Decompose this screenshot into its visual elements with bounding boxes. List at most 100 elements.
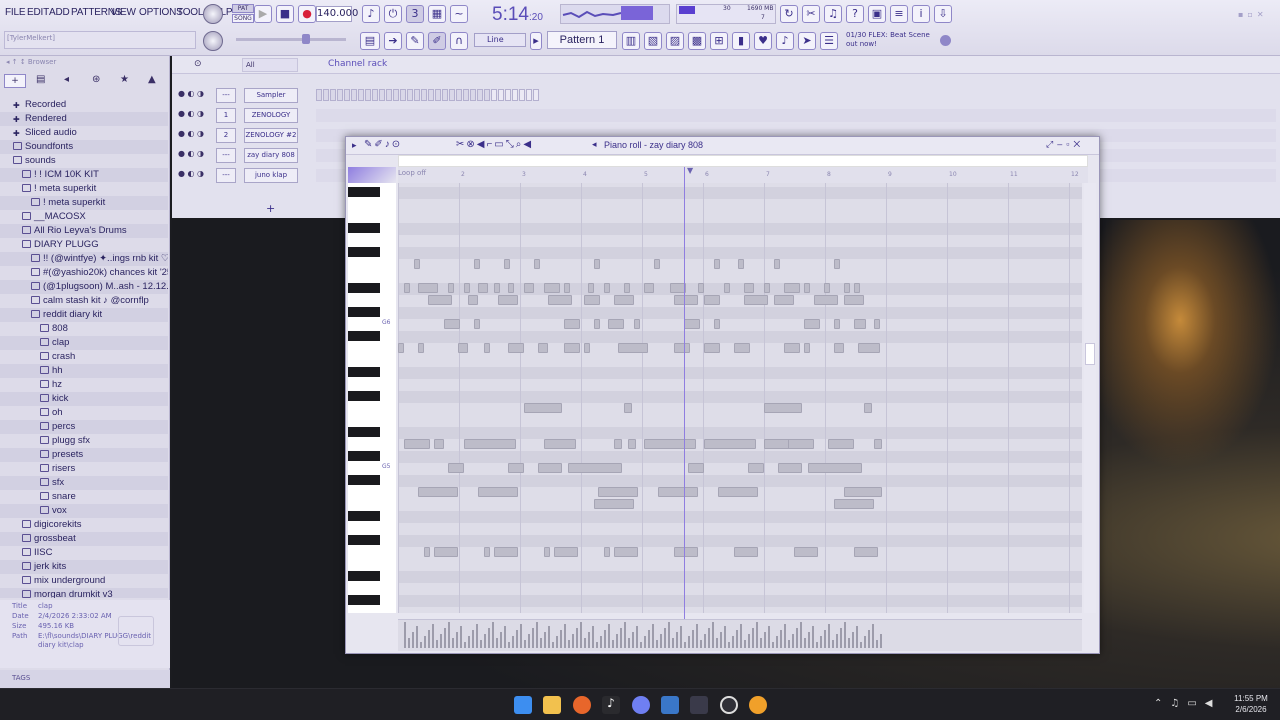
- velocity-bar[interactable]: [692, 630, 694, 648]
- velocity-bar[interactable]: [516, 630, 518, 648]
- note[interactable]: [824, 283, 830, 293]
- browser-item[interactable]: presets: [0, 448, 168, 462]
- channel-knobs-icon[interactable]: ● ◐ ◑: [178, 149, 204, 158]
- playlist-icon[interactable]: ▤: [360, 32, 380, 50]
- velocity-bar[interactable]: [628, 638, 630, 648]
- master-pitch-slider[interactable]: [236, 38, 346, 41]
- velocity-bar[interactable]: [844, 622, 846, 648]
- browser-item[interactable]: morgan drumkit v3: [0, 588, 168, 598]
- note[interactable]: [424, 547, 430, 557]
- note[interactable]: [474, 319, 480, 329]
- magnet-icon[interactable]: ∩: [450, 32, 468, 50]
- window-controls[interactable]: ▪▫✕: [1238, 10, 1274, 19]
- loop-toggle[interactable]: Loop off: [398, 169, 426, 177]
- note[interactable]: [634, 319, 640, 329]
- note[interactable]: [864, 403, 872, 413]
- note[interactable]: [598, 487, 638, 497]
- browser-item[interactable]: Soundfonts: [0, 140, 168, 154]
- note[interactable]: [654, 259, 660, 269]
- velocity-bar[interactable]: [624, 622, 626, 648]
- tuner-icon[interactable]: ♪: [776, 32, 794, 50]
- master-pitch-knob[interactable]: [203, 31, 223, 51]
- step-button[interactable]: [533, 89, 539, 101]
- pr-window-controls[interactable]: ⤢–▫✕: [1046, 139, 1084, 150]
- browser-item[interactable]: ✚ Sliced audio: [0, 126, 168, 140]
- menu-edit[interactable]: EDIT: [27, 7, 49, 18]
- channel-row[interactable]: ● ◐ ◑ --- Sampler: [172, 88, 1280, 104]
- note[interactable]: [854, 547, 878, 557]
- note[interactable]: [418, 487, 458, 497]
- step-button[interactable]: [337, 89, 343, 101]
- note[interactable]: [764, 403, 802, 413]
- note[interactable]: [428, 295, 452, 305]
- note[interactable]: [544, 283, 560, 293]
- note[interactable]: [564, 343, 580, 353]
- step-button[interactable]: [498, 89, 504, 101]
- playhead-marker-icon[interactable]: ▼: [687, 167, 697, 175]
- velocity-bar[interactable]: [688, 636, 690, 648]
- velocity-bar[interactable]: [768, 626, 770, 648]
- note[interactable]: [624, 403, 632, 413]
- velocity-bar[interactable]: [556, 636, 558, 648]
- velocity-bar[interactable]: [576, 628, 578, 648]
- note[interactable]: [568, 463, 622, 473]
- step-button[interactable]: [505, 89, 511, 101]
- horizontal-scrollbar[interactable]: [398, 155, 1088, 167]
- velocity-bar[interactable]: [528, 634, 530, 648]
- menu-add[interactable]: ADD: [49, 7, 70, 18]
- step-button[interactable]: [351, 89, 357, 101]
- velocity-bar[interactable]: [788, 640, 790, 648]
- velocity-bar[interactable]: [536, 622, 538, 648]
- velocity-bar[interactable]: [820, 636, 822, 648]
- play-button[interactable]: ▶: [254, 5, 272, 23]
- tempo-display[interactable]: 140.000: [316, 6, 358, 22]
- browser-item[interactable]: All Rio Leyva's Drums: [0, 224, 168, 238]
- note[interactable]: [784, 283, 800, 293]
- black-key[interactable]: [348, 451, 380, 461]
- browser-item[interactable]: grossbeat: [0, 532, 168, 546]
- hint-line-2[interactable]: out now!: [846, 40, 930, 49]
- black-key[interactable]: [348, 247, 380, 257]
- note[interactable]: [704, 439, 756, 449]
- channel-mixer-track[interactable]: ---: [216, 148, 236, 163]
- velocity-bar[interactable]: [700, 640, 702, 648]
- step-button[interactable]: [470, 89, 476, 101]
- browser-item[interactable]: sounds: [0, 154, 168, 168]
- velocity-bar[interactable]: [432, 624, 434, 648]
- black-key[interactable]: [348, 283, 380, 293]
- browser-item[interactable]: clap: [0, 336, 168, 350]
- step-button[interactable]: [435, 89, 441, 101]
- note[interactable]: [834, 319, 840, 329]
- next-icon[interactable]: ➔: [384, 32, 402, 50]
- velocity-bar[interactable]: [572, 634, 574, 648]
- browser-item[interactable]: plugg sfx: [0, 434, 168, 448]
- browser-item[interactable]: reddit diary kit: [0, 308, 168, 322]
- channel-name-button[interactable]: ZENOLOGY: [244, 108, 298, 123]
- velocity-bar[interactable]: [756, 622, 758, 648]
- velocity-bar[interactable]: [428, 630, 430, 648]
- firefox-icon[interactable]: [573, 696, 591, 714]
- piano-roll-icon[interactable]: ▥: [622, 32, 640, 50]
- note[interactable]: [874, 319, 880, 329]
- plugin-icon[interactable]: ⊞: [710, 32, 728, 50]
- note[interactable]: [734, 343, 750, 353]
- velocity-bar[interactable]: [840, 628, 842, 648]
- note[interactable]: [844, 487, 882, 497]
- velocity-bar[interactable]: [760, 638, 762, 648]
- velocity-bar[interactable]: [404, 622, 406, 648]
- note[interactable]: [444, 319, 460, 329]
- menu-view[interactable]: VIEW: [111, 7, 136, 18]
- velocity-bar[interactable]: [640, 642, 642, 648]
- tags-bar[interactable]: TAGS: [0, 670, 170, 688]
- step-button[interactable]: [365, 89, 371, 101]
- velocity-bar[interactable]: [596, 642, 598, 648]
- browser-item[interactable]: (@1plugsoon) M..ash - 12.12.24 -: [0, 280, 168, 294]
- step-button[interactable]: [407, 89, 413, 101]
- note-grid[interactable]: [398, 183, 1082, 613]
- note[interactable]: [688, 463, 704, 473]
- discord-icon[interactable]: [632, 696, 650, 714]
- browser-item[interactable]: hz: [0, 378, 168, 392]
- black-key[interactable]: [348, 307, 380, 317]
- add-channel-button[interactable]: +: [266, 202, 275, 215]
- note[interactable]: [508, 343, 524, 353]
